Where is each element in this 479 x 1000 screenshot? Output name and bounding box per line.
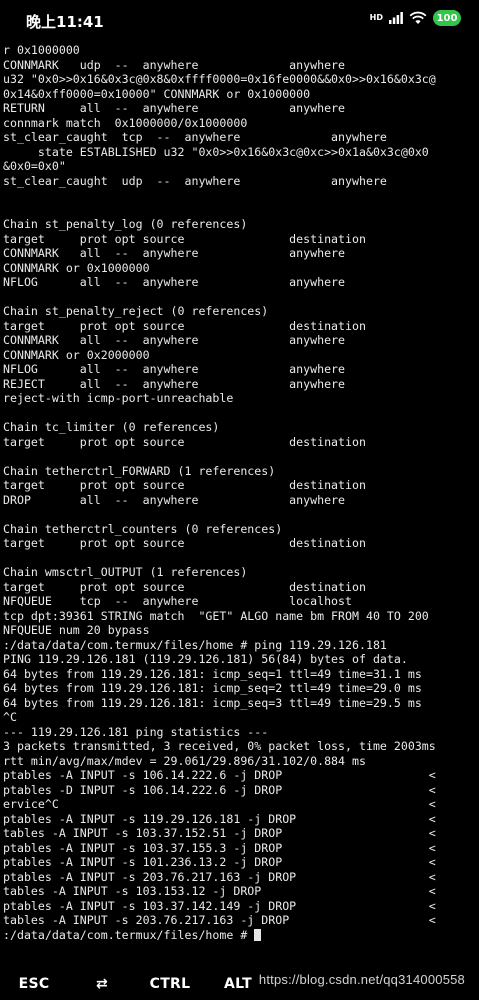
terminal-line: target prot opt source destination [3,478,366,492]
terminal-line: Chain st_penalty_reject (0 references) [3,304,269,318]
terminal-line: reject-with icmp-port-unreachable [3,391,234,405]
terminal-line: tables -A INPUT -s 203.76.217.163 -j DRO… [3,913,436,927]
terminal-line: NFLOG all -- anywhere anywhere [3,362,346,376]
terminal-line: Chain tetherctrl_FORWARD (1 references) [3,463,276,478]
text-cursor [254,928,262,941]
terminal-line: PING 119.29.126.181 (119.29.126.181) 56(… [3,652,408,666]
battery-level: 100 [436,12,458,24]
terminal-line: CONNMARK or 0x2000000 [3,347,150,362]
terminal-line: ervice^C < [3,797,436,811]
network-type-label: HD [369,13,383,22]
terminal-line: tables -A INPUT -s 103.153.12 -j DROP < [3,884,436,898]
terminal-line: ptables -A INPUT -s 119.29.126.181 -j DR… [3,811,436,826]
terminal-line: &0x0=0x0" [3,159,66,173]
terminal-line: 64 bytes from 119.29.126.181: icmp_seq=1… [3,666,422,681]
terminal-line: CONNMARK all -- anywhere anywhere [3,246,346,260]
watermark: https://blog.csdn.net/qq314000558 [258,972,465,987]
esc-key[interactable]: ESC [0,976,68,992]
terminal-line: ^C [3,710,17,724]
terminal-line: Chain wmsctrl_OUTPUT (1 references) [3,565,248,579]
terminal-line: Chain st_penalty_log (0 references) [3,217,248,231]
terminal-line: ptables -A INPUT -s 203.76.217.163 -j DR… [3,869,436,884]
ctrl-key[interactable]: CTRL [136,976,204,992]
tab-key[interactable]: ⇄ [68,976,136,992]
terminal-line: Chain tc_limiter (0 references) [3,420,220,434]
wifi-icon [409,11,427,24]
terminal-output[interactable]: r 0x1000000 CONNMARK udp -- anywhere anyw… [3,43,479,955]
terminal-line: NFQUEUE num 20 bypass [3,623,150,637]
status-time: 晚上11:41 [26,13,104,31]
terminal-line: NFQUEUE tcp -- anywhere localhost [3,594,353,608]
terminal-line: ptables -A INPUT -s 103.37.142.149 -j DR… [3,898,436,913]
terminal-line: target prot opt source destination [3,434,366,449]
terminal-line: target prot opt source destination [3,318,366,333]
prompt-text: :/data/data/com.termux/files/home # [3,927,255,942]
terminal-line: ptables -D INPUT -s 106.14.222.6 -j DROP… [3,782,436,797]
terminal-line: CONNMARK all -- anywhere anywhere [3,333,346,347]
terminal-line: 64 bytes from 119.29.126.181: icmp_seq=2… [3,681,422,695]
terminal-line: target prot opt source destination [3,579,366,594]
terminal-line: target prot opt source destination [3,536,366,550]
terminal-line: state ESTABLISHED u32 "0x0>>0x16&0x3c@0x… [3,144,429,159]
terminal-line: target prot opt source destination [3,231,366,246]
terminal-line: connmark match 0x1000000/0x1000000 [3,115,248,130]
terminal-line: ptables -A INPUT -s 101.236.13.2 -j DROP… [3,855,436,869]
terminal-line: 64 bytes from 119.29.126.181: icmp_seq=3… [3,695,422,710]
terminal-line: DROP all -- anywhere anywhere [3,492,346,507]
terminal-line: CONNMARK or 0x1000000 [3,260,150,275]
terminal-line: ptables -A INPUT -s 106.14.222.6 -j DROP… [3,768,436,782]
terminal-line: rtt min/avg/max/mdev = 29.061/29.896/31.… [3,753,366,768]
terminal-line: tables -A INPUT -s 103.37.152.51 -j DROP… [3,826,436,840]
status-icons: HD 100 [370,10,461,26]
terminal-line: Chain tetherctrl_counters (0 references) [3,521,283,536]
terminal-line: RETURN all -- anywhere anywhere [3,101,346,115]
terminal-line: ptables -A INPUT -s 103.37.155.3 -j DROP… [3,840,436,855]
terminal-line: REJECT all -- anywhere anywhere [3,376,346,391]
terminal-line: 0x14&0xff0000=0x10000" CONNMARK or 0x100… [3,86,311,101]
terminal-line: :/data/data/com.termux/files/home # ping… [3,637,387,652]
terminal-line: tcp dpt:39361 STRING match "GET" ALGO na… [3,608,429,623]
terminal-line: CONNMARK udp -- anywhere anywhere [3,57,346,72]
terminal-line: r 0x1000000 [3,43,80,57]
terminal-line: st_clear_caught udp -- anywhere anywhere [3,173,387,188]
terminal-line: NFLOG all -- anywhere anywhere [3,275,346,289]
terminal-line: 3 packets transmitted, 3 received, 0% pa… [3,739,436,753]
terminal-line: --- 119.29.126.181 ping statistics --- [3,724,269,739]
battery-icon: 100 [433,10,461,26]
signal-icon [389,12,403,24]
terminal-prompt-line[interactable]: :/data/data/com.termux/files/home # [3,928,479,943]
status-bar: 晚上11:41 HD 100 [0,0,479,40]
terminal-line: u32 "0x0>>0x16&0x3c@0x8&0xffff0000=0x16f… [3,72,436,86]
terminal-line: st_clear_caught tcp -- anywhere anywhere [3,130,387,144]
